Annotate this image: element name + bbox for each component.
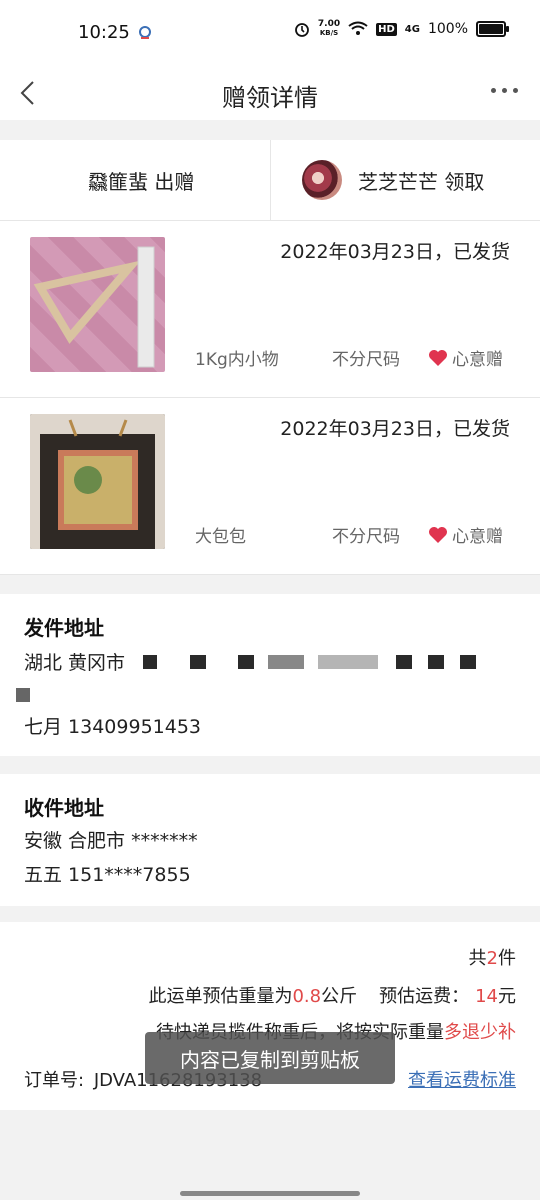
bag-image xyxy=(30,414,165,549)
sender-address-label: 发件地址 xyxy=(24,616,104,640)
home-indicator[interactable] xyxy=(180,1191,360,1196)
heart-icon xyxy=(429,526,447,543)
note-highlight: 多退少补 xyxy=(444,1022,516,1043)
gift-type-label: 心意赠 xyxy=(452,350,503,370)
gift-item[interactable]: 2022年03月23日，已发货 大包包 不分尺码 心意赠 xyxy=(0,398,540,575)
battery-icon xyxy=(476,21,509,37)
item-thumbnail[interactable] xyxy=(30,237,165,372)
receiver-avatar[interactable] xyxy=(302,160,342,200)
network-type: 4G xyxy=(404,23,420,35)
fee-value: 14 xyxy=(475,986,498,1007)
fee-standard-link[interactable]: 查看运费标准 xyxy=(408,1066,516,1092)
receiver-info[interactable]: 芝芝芒芒 领取 xyxy=(302,140,484,220)
gift-type-label: 心意赠 xyxy=(452,527,503,547)
receiver-contact: 五五 151****7855 xyxy=(24,864,191,886)
page-title: 赠领详情 xyxy=(222,84,318,112)
weight-fee-line: 此运单预估重量为0.8公斤 预估运费： 14元 xyxy=(148,982,516,1008)
battery-percent: 100% xyxy=(427,21,468,37)
item-date-status: 2022年03月23日，已发货 xyxy=(280,241,510,263)
giver-info[interactable]: 飝篚蜚 出赠 xyxy=(88,140,194,220)
hd-badge: HD xyxy=(376,22,397,36)
gift-parties: 飝篚蜚 出赠 芝芝芒芒 领取 xyxy=(0,140,540,221)
app-notification-icon xyxy=(139,26,151,39)
status-bar: 10:25 7.00 KB/S HD 4G 100% xyxy=(0,0,540,68)
item-count: 共2件 xyxy=(469,944,516,970)
receiver-address-section: 收件地址 安徽 合肥市 ******* 五五 151****7855 xyxy=(0,774,540,906)
gift-item[interactable]: 2022年03月23日，已发货 1Kg内小物 不分尺码 心意赠 xyxy=(0,221,540,398)
weight-value: 0.8 xyxy=(292,986,322,1007)
item-thumbnail[interactable] xyxy=(30,414,165,549)
network-speed: 7.00 KB/S xyxy=(318,20,340,38)
receiver-address-label: 收件地址 xyxy=(24,796,104,820)
item-size: 不分尺码 xyxy=(332,350,400,370)
count-suffix: 件 xyxy=(498,948,516,969)
scraper-tool-image xyxy=(33,246,155,368)
giver-label: 飝篚蜚 出赠 xyxy=(88,169,195,194)
status-icons: 7.00 KB/S HD 4G 100% xyxy=(294,20,509,38)
item-description: 大包包 xyxy=(195,527,246,547)
nav-bar: 赠领详情 xyxy=(0,68,540,120)
wifi-icon xyxy=(348,21,368,35)
gift-type: 心意赠 xyxy=(428,522,503,547)
speed-value: 7.00 xyxy=(317,19,341,29)
count-prefix: 共 xyxy=(468,948,487,969)
sender-contact[interactable]: 七月 13409951453 xyxy=(24,712,201,739)
fee-unit: 元 xyxy=(498,986,516,1007)
item-size: 不分尺码 xyxy=(332,527,400,547)
copied-toast: 内容已复制到剪贴板 xyxy=(145,1032,395,1084)
sender-address-section: 发件地址 湖北 黄冈市 七月 13409951453 xyxy=(0,594,540,756)
gift-type: 心意赠 xyxy=(428,345,503,370)
speed-unit: KB/S xyxy=(319,29,339,37)
receiver-address: 安徽 合肥市 ******* xyxy=(24,830,198,852)
fee-label: 预估运费： xyxy=(379,986,470,1007)
sender-region: 湖北 黄冈市 xyxy=(24,652,126,674)
heart-icon xyxy=(429,349,447,366)
count-value: 2 xyxy=(486,948,498,969)
status-time: 10:25 xyxy=(78,22,130,43)
weight-prefix: 此运单预估重量为 xyxy=(148,986,293,1007)
receiver-label: 芝芝芒芒 领取 xyxy=(358,169,485,194)
order-label: 订单号: xyxy=(24,1070,85,1091)
item-description: 1Kg内小物 xyxy=(195,350,279,370)
item-date-status: 2022年03月23日，已发货 xyxy=(280,418,510,440)
parties-divider xyxy=(270,140,271,220)
alarm-icon xyxy=(295,23,309,37)
more-options-icon[interactable] xyxy=(491,88,518,93)
weight-unit: 公斤 xyxy=(321,986,358,1007)
